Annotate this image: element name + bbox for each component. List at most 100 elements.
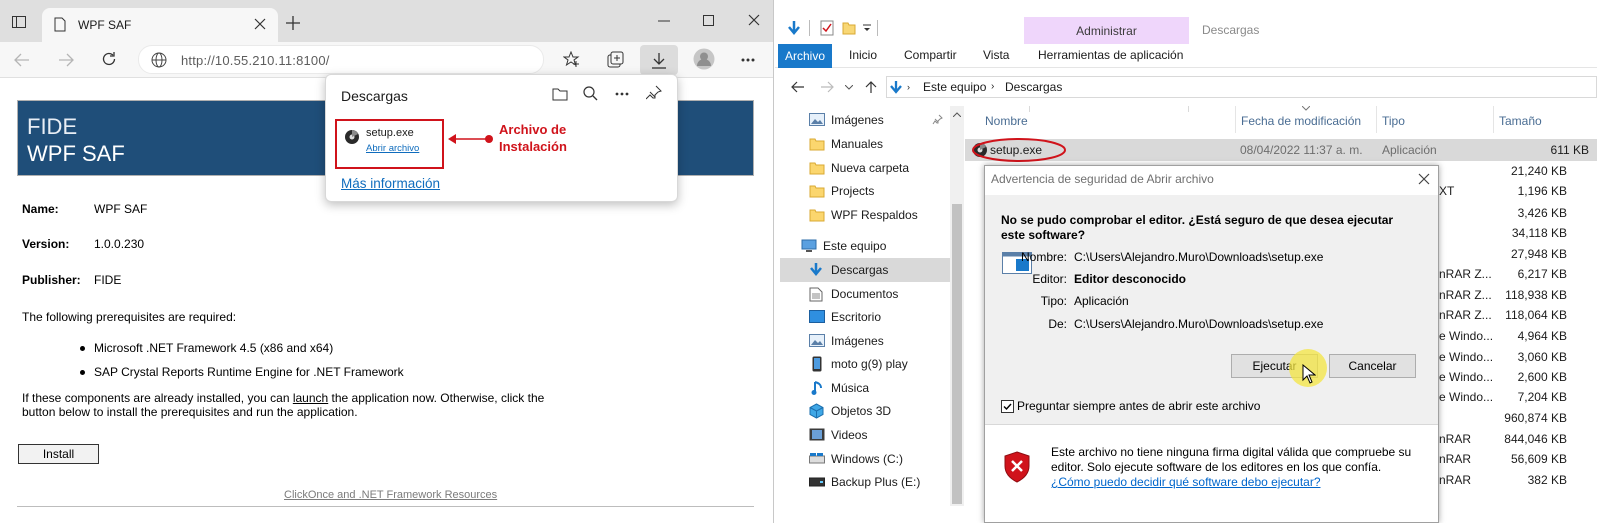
tab-archivo[interactable]: Archivo [778, 44, 832, 68]
name-label: Name: [22, 202, 59, 216]
type-fragment: nRAR Z... [1439, 308, 1492, 322]
tree-item-wpf-respaldos[interactable]: WPF Respaldos [775, 203, 965, 227]
tree-item-este-equipo[interactable]: Este equipo [775, 234, 965, 258]
tree-item-objetos-3d[interactable]: Objetos 3D [775, 399, 965, 423]
cancel-button[interactable]: Cancelar [1329, 354, 1416, 378]
column-tamano[interactable]: Tamaño [1499, 114, 1542, 128]
tree-item-projects[interactable]: Projects [775, 179, 965, 203]
tab-compartir[interactable]: Compartir [904, 48, 957, 62]
pin-icon[interactable] [646, 85, 662, 101]
tree-label: Imágenes [831, 334, 884, 348]
editor-label: Editor: [1032, 272, 1067, 286]
tree-item-backup-plus[interactable]: Backup Plus (E:) [775, 470, 965, 494]
tree-scrollbar[interactable] [950, 106, 964, 506]
tree-item-imagenes[interactable]: Imágenes [775, 329, 965, 353]
type-fragment: e Windo... [1439, 390, 1494, 404]
tab-inicio[interactable]: Inicio [849, 48, 877, 62]
forward-icon[interactable] [820, 81, 834, 93]
pictures-icon [809, 334, 825, 348]
tree-scroll-thumb[interactable] [952, 204, 962, 504]
profile-avatar-icon[interactable] [693, 48, 715, 70]
recent-dropdown-icon[interactable] [845, 85, 853, 90]
breadcrumb-descargas[interactable]: Descargas [1005, 80, 1062, 94]
more-info-link[interactable]: Más información [341, 176, 440, 191]
shield-warning-icon [1003, 451, 1031, 483]
name-value: C:\Users\Alejandro.Muro\Downloads\setup.… [1074, 250, 1324, 264]
collections-icon[interactable] [607, 51, 625, 69]
type-fragment: nRAR [1439, 452, 1472, 466]
up-icon[interactable] [865, 80, 877, 94]
annotation-text: Archivo de Instalación [499, 122, 567, 154]
page-icon [54, 17, 66, 32]
close-window-icon[interactable] [748, 14, 760, 26]
file-size: 4,964 KB [1517, 329, 1567, 343]
minimize-icon[interactable] [658, 20, 670, 22]
footer-resources-link[interactable]: ClickOnce and .NET Framework Resources [284, 489, 497, 501]
favorites-icon[interactable] [563, 51, 581, 68]
download-item[interactable]: setup.exe Abrir archivo [335, 119, 444, 169]
refresh-icon[interactable] [101, 51, 117, 67]
launch-link[interactable]: launch [293, 391, 328, 405]
properties-icon[interactable] [820, 20, 834, 36]
tab-actions-icon[interactable] [12, 16, 26, 28]
back-icon[interactable] [791, 81, 805, 93]
highlight-ellipse [971, 137, 1067, 163]
column-fecha[interactable]: Fecha de modificación [1241, 114, 1361, 128]
browser-tab[interactable]: WPF SAF [42, 8, 278, 42]
tree-item-manuales[interactable]: Manuales [775, 132, 965, 156]
close-icon[interactable] [1418, 173, 1430, 185]
tree-item-descargas[interactable]: Descargas [780, 258, 951, 282]
tree-item-imagenes-qa[interactable]: Imágenes [775, 108, 965, 132]
file-size: 844,046 KB [1504, 432, 1567, 446]
tab-title: WPF SAF [78, 18, 132, 32]
version-value: 1.0.0.230 [94, 237, 145, 251]
type-fragment: nRAR [1439, 432, 1472, 446]
browser-toolbar: http://10.55.210.11:8100/ [0, 42, 773, 78]
breadcrumb[interactable]: › Este equipo › Descargas [886, 76, 1597, 98]
tree-label: Backup Plus (E:) [831, 475, 921, 489]
column-divider [1376, 106, 1377, 133]
help-link[interactable]: ¿Cómo puedo decidir qué software debo ej… [1051, 475, 1321, 489]
open-file-link[interactable]: Abrir archivo [366, 143, 419, 154]
more-options-icon[interactable] [741, 58, 755, 62]
download-icon [651, 52, 667, 69]
search-icon[interactable] [583, 86, 598, 101]
address-bar[interactable]: http://10.55.210.11:8100/ [138, 45, 544, 74]
tree-item-nueva-carpeta[interactable]: Nueva carpeta [775, 156, 965, 180]
tree-item-escritorio[interactable]: Escritorio [775, 305, 965, 329]
forward-icon[interactable] [58, 53, 74, 67]
downloads-button[interactable] [640, 45, 678, 75]
globe-icon[interactable] [151, 52, 167, 68]
back-icon[interactable] [14, 53, 30, 67]
tree-item-documentos[interactable]: Documentos [775, 282, 965, 306]
qat-divider [809, 20, 810, 36]
always-ask-checkbox[interactable] [1001, 400, 1014, 413]
navigation-pane: Imágenes Manuales Nueva carpeta Projects… [775, 106, 965, 523]
close-tab-icon[interactable] [254, 18, 266, 30]
column-nombre[interactable]: Nombre [985, 114, 1028, 128]
tree-item-musica[interactable]: Música [775, 376, 965, 400]
column-tipo[interactable]: Tipo [1382, 114, 1405, 128]
tab-herramientas[interactable]: Herramientas de aplicación [1038, 48, 1183, 62]
desktop-icon [809, 310, 825, 324]
from-value: C:\Users\Alejandro.Muro\Downloads\setup.… [1074, 317, 1324, 331]
breadcrumb-este-equipo[interactable]: Este equipo [923, 80, 986, 94]
qat-dropdown-icon[interactable] [863, 24, 871, 32]
quick-access-toolbar: Administrar Descargas [775, 0, 1597, 45]
scroll-up-icon[interactable] [953, 112, 961, 117]
folder-icon [809, 161, 825, 175]
tree-item-videos[interactable]: Videos [775, 423, 965, 447]
tree-item-moto[interactable]: moto g(9) play [775, 352, 965, 376]
new-folder-icon[interactable] [842, 21, 856, 35]
phone-icon [812, 356, 828, 372]
tree-item-windows-c[interactable]: Windows (C:) [775, 447, 965, 471]
open-folder-icon[interactable] [552, 87, 568, 101]
install-button[interactable]: Install [18, 444, 99, 464]
more-icon[interactable] [615, 92, 629, 96]
pin-icon[interactable] [932, 114, 943, 125]
download-arrow-icon[interactable] [787, 20, 801, 36]
maximize-icon[interactable] [703, 15, 714, 26]
type-fragment: nRAR Z... [1439, 288, 1492, 302]
new-tab-icon[interactable] [286, 16, 300, 30]
tab-vista[interactable]: Vista [983, 48, 1009, 62]
